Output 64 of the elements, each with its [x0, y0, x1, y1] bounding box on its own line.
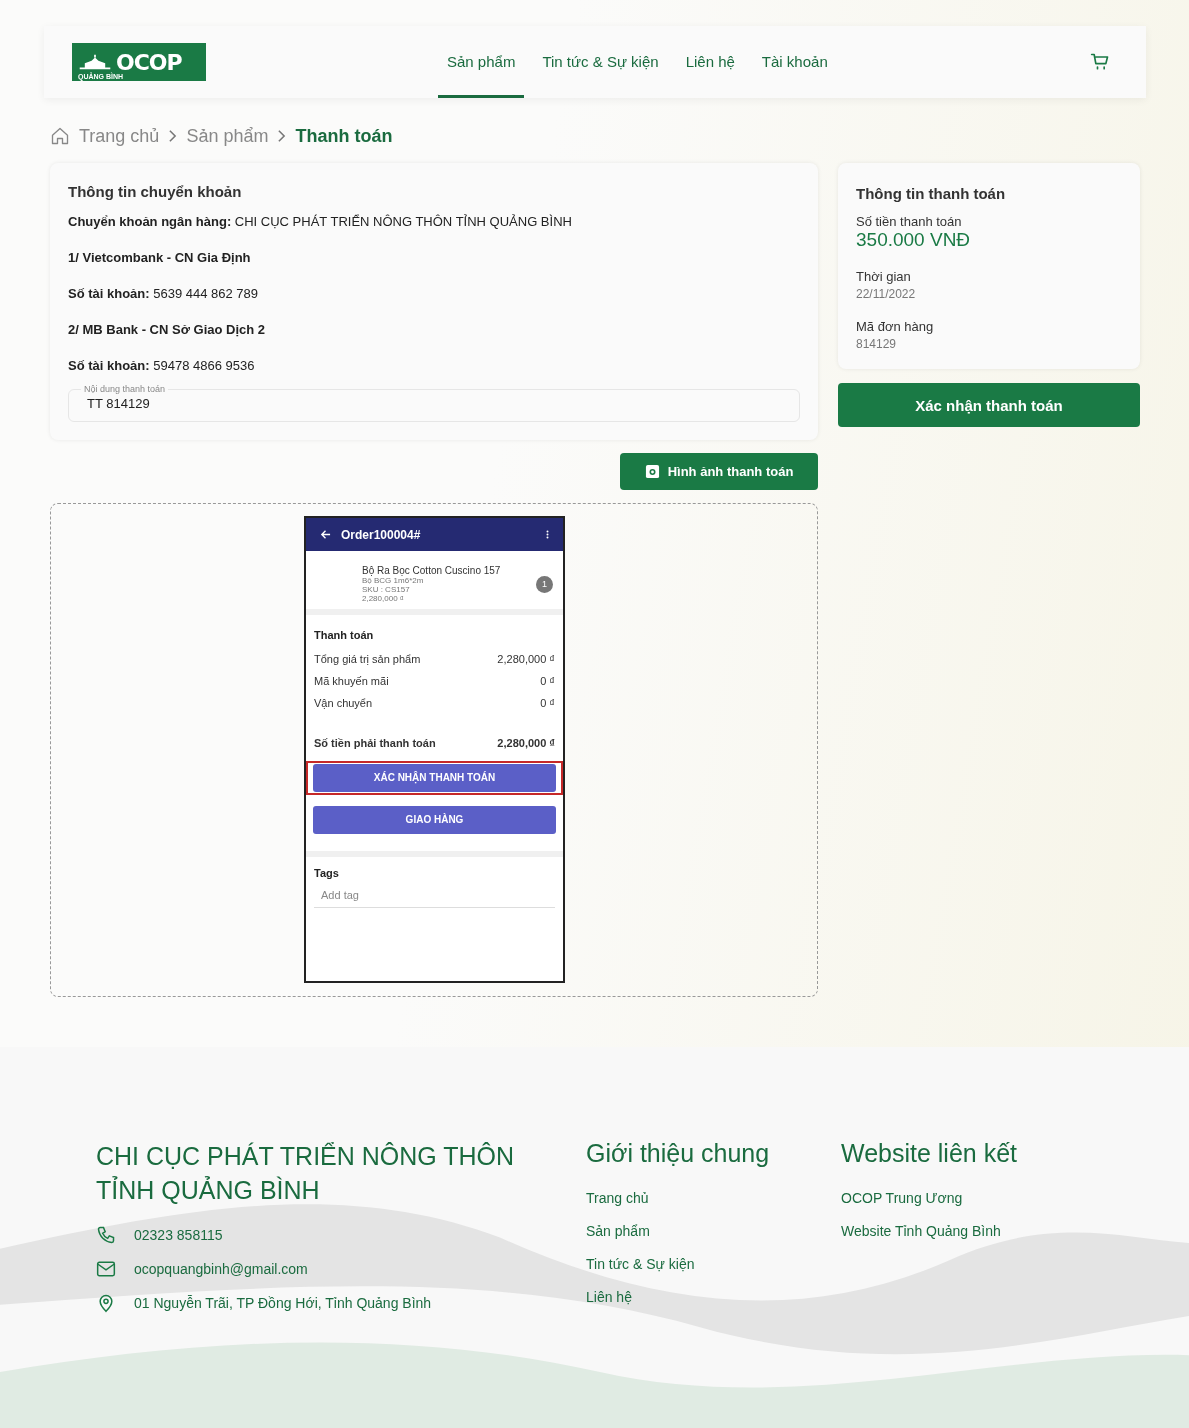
- contact-text: ocopquangbinh@gmail.com: [134, 1261, 308, 1277]
- cart-icon[interactable]: [1090, 52, 1110, 72]
- chevron-right-icon: [277, 129, 287, 143]
- product-variant: Bộ BCG 1m6*2m: [362, 576, 425, 585]
- footer-heading: Giới thiệu chung: [586, 1139, 771, 1168]
- info-label: Thời gian: [856, 269, 912, 284]
- camera-icon: [644, 464, 660, 479]
- amount-value: 350.000 VNĐ: [856, 229, 972, 251]
- nav-link[interactable]: Sản phẩm: [438, 26, 525, 98]
- footer-link[interactable]: Liên hệ: [586, 1289, 841, 1305]
- payment-note-field[interactable]: Nội dung thanh toán TT 814129: [68, 384, 800, 422]
- more-icon: [546, 529, 549, 540]
- row-value: 2,280,000 ₫: [497, 653, 555, 665]
- breadcrumb-link[interactable]: Sản phẩm: [186, 125, 269, 147]
- quantity-badge: 1: [536, 575, 553, 593]
- footer-link[interactable]: Website Tỉnh Quảng Bình: [841, 1223, 1017, 1239]
- row-value: 0 ₫: [540, 675, 555, 687]
- footer-link[interactable]: Tin tức & Sự kiện: [586, 1256, 841, 1272]
- nav-link[interactable]: Liên hệ: [676, 26, 744, 98]
- location-pin-icon: [96, 1293, 116, 1313]
- building-icon: [78, 53, 112, 71]
- transfer-detail: Số tài khoản: 59478 4866 9536: [68, 357, 256, 375]
- app-bar-title: Order100004#: [341, 527, 422, 542]
- logo-text: OCOP: [116, 49, 182, 75]
- organization-name: CHI CỤC PHÁT TRIỂN NÔNG THÔN TỈNH QUẢNG BÌNH: [96, 1141, 516, 1206]
- product-sku: SKU : CS157: [362, 585, 411, 594]
- row-value: 0 ₫: [540, 697, 555, 709]
- info-value: 22/11/2022: [856, 287, 917, 301]
- back-arrow-icon: [320, 529, 331, 540]
- contact-text: 01 Nguyễn Trãi, TP Đồng Hới, Tỉnh Quảng Bình: [134, 1295, 432, 1311]
- amount-label: Số tiền thanh toán: [856, 214, 963, 229]
- transfer-detail: Chuyển khoản ngân hàng: CHI CỤC PHÁT TRIỂN NÔNG THÔN TỈNH QUẢNG BÌNH: [68, 213, 573, 231]
- bank-name: 2/ MB Bank - CN Sở Giao Dịch 2: [68, 321, 267, 339]
- mail-icon: [96, 1259, 116, 1279]
- footer-heading: Website liên kết: [841, 1139, 1017, 1168]
- row-label: Vận chuyển: [314, 697, 373, 709]
- contact-text: 02323 858115: [134, 1227, 223, 1243]
- confirm-payment-button[interactable]: Xác nhận thanh toán: [838, 383, 1140, 427]
- phone-icon: [96, 1225, 116, 1245]
- upload-photo-button[interactable]: Hình ảnh thanh toán: [620, 453, 818, 490]
- chevron-right-icon: [168, 129, 178, 143]
- section-title: Thanh toán: [314, 629, 375, 641]
- nav-link[interactable]: Tin tức & Sự kiện: [533, 26, 668, 98]
- product-price: 2,280,000 ₫: [362, 594, 405, 603]
- breadcrumb-link[interactable]: Thanh toán: [295, 125, 393, 147]
- breadcrumb-link[interactable]: Trang chủ: [79, 125, 160, 147]
- footer-link[interactable]: OCOP Trung Ương: [841, 1190, 1017, 1206]
- card-title: Thông tin chuyển khoản: [68, 183, 243, 200]
- info-value: 814129: [856, 337, 898, 351]
- row-label: Tổng giá trị sản phẩm: [314, 653, 421, 665]
- row-label: Mã khuyến mãi: [314, 675, 389, 687]
- bank-name: 1/ Vietcombank - CN Gia Định: [68, 249, 252, 267]
- card-title: Thông tin thanh toán: [856, 185, 1007, 202]
- product-name: Bộ Ra Bọc Cotton Cuscino 157: [362, 565, 502, 576]
- tags-title: Tags: [314, 867, 340, 879]
- footer-link[interactable]: Sản phẩm: [586, 1223, 841, 1239]
- info-label: Mã đơn hàng: [856, 319, 935, 334]
- footer-link[interactable]: Trang chủ: [586, 1190, 841, 1206]
- total-value: 2,280,000 ₫: [497, 737, 555, 749]
- tag-field[interactable]: Add tag: [314, 889, 555, 908]
- nav-link[interactable]: Tài khoản: [752, 26, 837, 98]
- total-label: Số tiền phải thanh toán: [314, 737, 436, 749]
- transfer-detail: Số tài khoản: 5639 444 862 789: [68, 285, 260, 303]
- home-icon: [50, 126, 70, 146]
